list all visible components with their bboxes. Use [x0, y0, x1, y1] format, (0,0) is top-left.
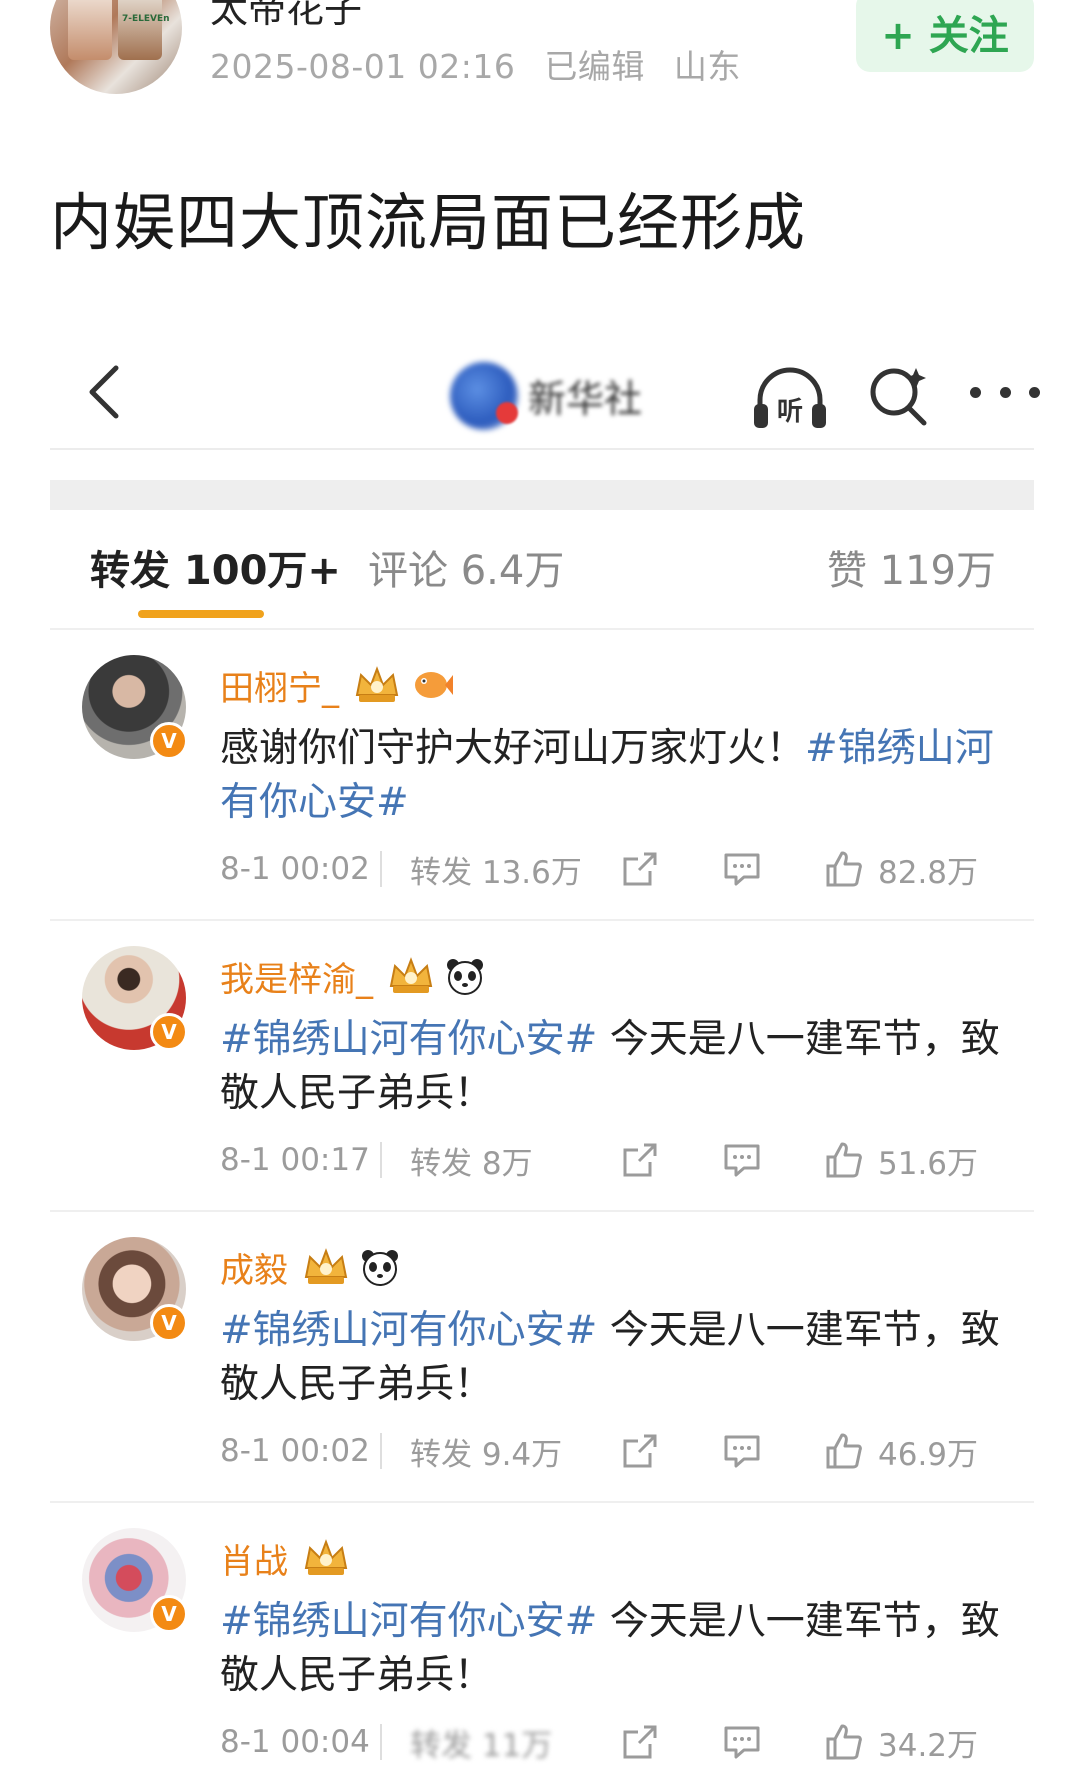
- like-count: 51.6万: [878, 1145, 979, 1182]
- tab-like[interactable]: 赞 119万: [827, 540, 996, 610]
- tab-forward[interactable]: 转发 100万+: [90, 540, 341, 610]
- share-icon[interactable]: [620, 1431, 660, 1471]
- user-name[interactable]: 田栩宁_: [220, 661, 339, 710]
- post-header: 7-ELEVEn 太帝花子 2025-08-01 02:16 已编辑 山东 + …: [0, 0, 1072, 110]
- verified-badge-icon: V: [150, 1304, 188, 1342]
- list-item: V 田栩宁_ 感谢你们守护大好河山万家灯火！#锦绣山河有你心安# 8-1 00:…: [50, 630, 1034, 921]
- stat-divider: [380, 1724, 382, 1760]
- forward-stats: 8-1 00:17 转发 8万 51.6万: [220, 1135, 1010, 1185]
- section-divider: [50, 480, 1034, 510]
- crown-icon: [304, 1248, 348, 1284]
- verified-badge-icon: V: [150, 722, 188, 760]
- fish-icon: [415, 672, 453, 698]
- active-tab-indicator: [138, 610, 264, 618]
- forward-stats: 8-1 00:02 转发 9.4万 46.9万: [220, 1426, 1010, 1476]
- repost-count: 转发 11万: [410, 1727, 553, 1764]
- comment-icon[interactable]: [722, 1722, 762, 1762]
- hashtag-link[interactable]: #锦绣山河有你心安#: [220, 1599, 597, 1644]
- hashtag-link[interactable]: #锦绣山河有你心安#: [220, 1017, 597, 1062]
- like-count: 46.9万: [878, 1436, 979, 1473]
- more-dots-icon[interactable]: [970, 362, 1040, 422]
- comment-icon[interactable]: [722, 1140, 762, 1180]
- user-name[interactable]: 成毅: [220, 1243, 288, 1292]
- like-thumb-icon[interactable]: [824, 1431, 864, 1471]
- search-sparkle-icon[interactable]: [866, 362, 932, 428]
- listen-label: 听: [777, 397, 803, 427]
- verified-badge-icon: V: [150, 1595, 188, 1633]
- user-name[interactable]: 肖战: [220, 1534, 288, 1583]
- account-avatar-badge: [496, 402, 518, 424]
- like-count: 82.8万: [878, 854, 979, 891]
- stat-divider: [380, 851, 382, 887]
- crown-icon: [304, 1539, 348, 1575]
- forward-text-body: 感谢你们守护大好河山万家灯火！: [220, 726, 806, 771]
- avatar-cup-left: [68, 0, 112, 60]
- comment-icon[interactable]: [722, 1431, 762, 1471]
- forward-text: #锦绣山河有你心安# 今天是八一建军节，致敬人民子弟兵！: [220, 1013, 1010, 1121]
- avatar-cup-right: [118, 0, 162, 60]
- list-item: V 成毅 #锦绣山河有你心安# 今天是八一建军节，致敬人民子弟兵！ 8-1 00…: [50, 1212, 1034, 1503]
- verified-badge-icon: V: [150, 1013, 188, 1051]
- tab-comment[interactable]: 评论 6.4万: [368, 540, 564, 610]
- post-meta: 2025-08-01 02:16 已编辑 山东: [210, 40, 759, 88]
- account-name[interactable]: 新华社: [528, 368, 642, 423]
- comment-icon[interactable]: [722, 849, 762, 889]
- panda-icon: [447, 959, 483, 995]
- post-date: 2025-08-01 02:16: [210, 47, 516, 86]
- listen-headphones-icon[interactable]: 听: [750, 360, 830, 434]
- post-location: 山东: [673, 47, 741, 86]
- embedded-nav-bar: 新华社 听: [50, 340, 1040, 450]
- forward-stats: 8-1 00:02 转发 13.6万 82.8万: [220, 844, 1010, 894]
- forward-time: 8-1 00:02: [220, 851, 370, 887]
- panda-icon: [362, 1250, 398, 1286]
- like-thumb-icon[interactable]: [824, 1140, 864, 1180]
- author-avatar[interactable]: 7-ELEVEn: [50, 0, 182, 94]
- forward-list: V 田栩宁_ 感谢你们守护大好河山万家灯火！#锦绣山河有你心安# 8-1 00:…: [50, 630, 1034, 1790]
- share-icon[interactable]: [620, 1722, 660, 1762]
- chevron-left-icon[interactable]: [80, 362, 130, 422]
- repost-count: 转发 9.4万: [410, 1436, 563, 1473]
- post-title: 内娱四大顶流局面已经形成: [50, 186, 807, 259]
- like-thumb-icon[interactable]: [824, 849, 864, 889]
- repost-count: 转发 13.6万: [410, 854, 582, 891]
- share-icon[interactable]: [620, 1140, 660, 1180]
- list-item: V 肖战 #锦绣山河有你心安# 今天是八一建军节，致敬人民子弟兵！ 8-1 00…: [50, 1503, 1034, 1790]
- stat-divider: [380, 1433, 382, 1469]
- list-item: V 我是梓渝_ #锦绣山河有你心安# 今天是八一建军节，致敬人民子弟兵！ 8-1…: [50, 921, 1034, 1212]
- forward-time: 8-1 00:17: [220, 1142, 370, 1178]
- user-name[interactable]: 我是梓渝_: [220, 952, 373, 1001]
- forward-text: 感谢你们守护大好河山万家灯火！#锦绣山河有你心安#: [220, 722, 1010, 830]
- like-count: 34.2万: [878, 1727, 979, 1764]
- forward-stats: 8-1 00:04 转发 11万 34.2万: [220, 1717, 1010, 1767]
- repost-count: 转发 8万: [410, 1145, 533, 1182]
- forward-time: 8-1 00:02: [220, 1433, 370, 1469]
- avatar-cup-label: 7-ELEVEn: [122, 14, 170, 24]
- follow-button[interactable]: + 关注: [856, 0, 1034, 72]
- stat-divider: [380, 1142, 382, 1178]
- post-edited: 已编辑: [544, 47, 645, 86]
- hashtag-link[interactable]: #锦绣山河有你心安#: [220, 1308, 597, 1353]
- forward-time: 8-1 00:04: [220, 1724, 370, 1760]
- interaction-tabs: 转发 100万+ 评论 6.4万 赞 119万: [50, 540, 1034, 630]
- author-name[interactable]: 太帝花子: [210, 0, 362, 33]
- forward-text: #锦绣山河有你心安# 今天是八一建军节，致敬人民子弟兵！: [220, 1304, 1010, 1412]
- share-icon[interactable]: [620, 849, 660, 889]
- crown-icon: [355, 666, 399, 702]
- like-thumb-icon[interactable]: [824, 1722, 864, 1762]
- forward-text: #锦绣山河有你心安# 今天是八一建军节，致敬人民子弟兵！: [220, 1595, 1010, 1703]
- crown-icon: [389, 957, 433, 993]
